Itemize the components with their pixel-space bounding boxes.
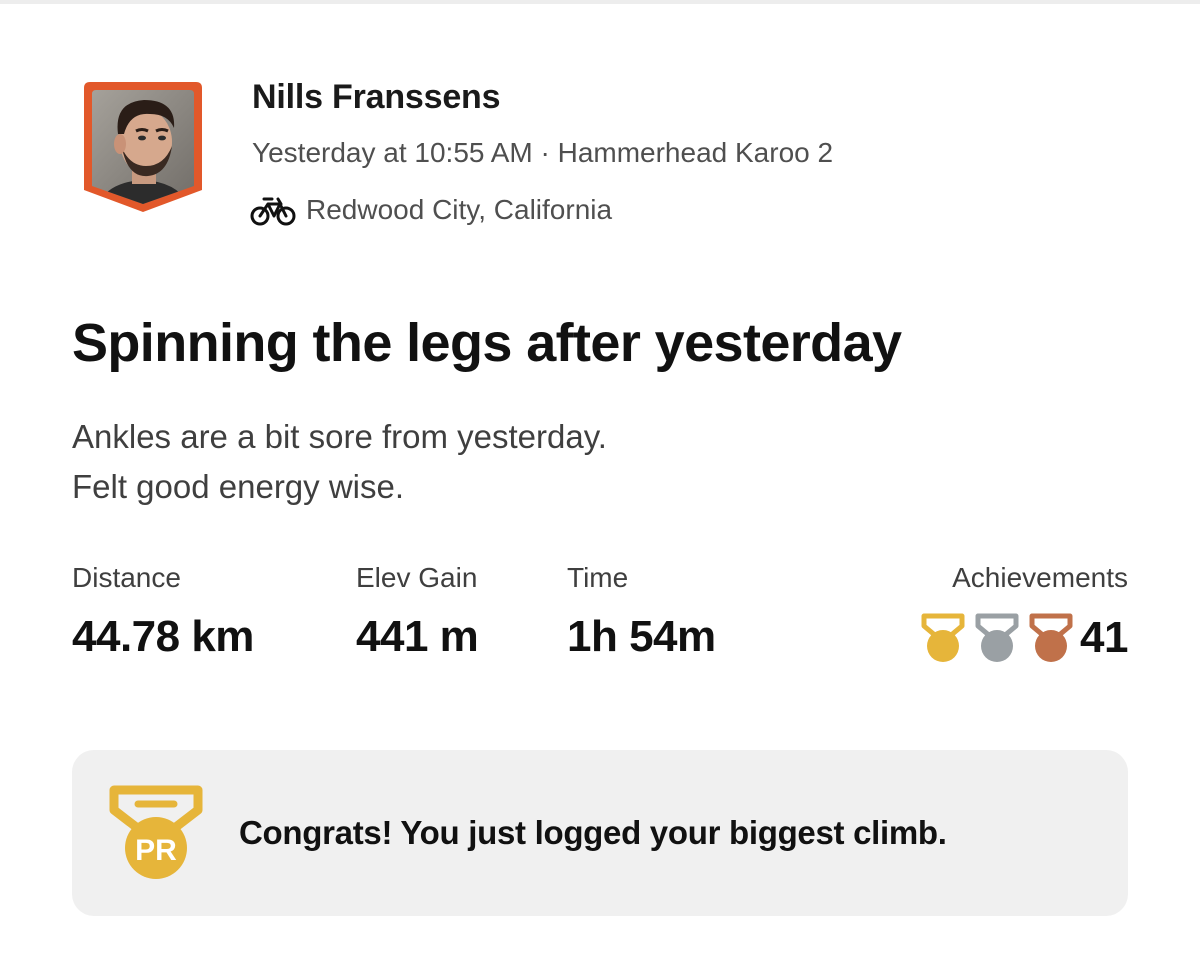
stat-value: 44.78 km [72, 612, 254, 661]
achievements-count: 41 [1080, 613, 1128, 662]
stat-distance: Distance 44.78 km [72, 562, 254, 662]
pr-message: Congrats! You just logged your biggest c… [239, 814, 947, 851]
pr-badge-text: PR [135, 834, 177, 867]
activity-meta: Yesterday at 10:55 AM · Hammerhead Karoo… [252, 137, 834, 168]
achievements-row: 41 [920, 610, 1128, 666]
activity-description: Ankles are a bit sore from yesterday. Fe… [72, 412, 1072, 512]
gold-medal-icon [921, 613, 965, 662]
silver-medal-icon [975, 613, 1019, 662]
stat-time: Time 1h 54m [567, 562, 716, 662]
bronze-medal-icon [1029, 613, 1073, 662]
stat-achievements[interactable]: Achievements 41 [920, 562, 1128, 666]
avatar[interactable] [84, 82, 202, 212]
stat-label: Elev Gain [356, 562, 478, 593]
stat-value: 441 m [356, 612, 479, 661]
stat-value: 1h 54m [567, 612, 716, 661]
bike-icon [250, 197, 296, 226]
activity-title[interactable]: Spinning the legs after yesterday [72, 312, 902, 374]
stat-label: Time [567, 562, 629, 593]
stat-label: Distance [72, 562, 181, 593]
stat-elev-gain: Elev Gain 441 m [356, 562, 479, 662]
stat-label: Achievements [952, 562, 1128, 593]
description-line: Ankles are a bit sore from yesterday. [72, 418, 607, 455]
description-line: Felt good energy wise. [72, 468, 405, 505]
activity-location: Redwood City, California [250, 192, 612, 228]
location-text: Redwood City, California [306, 194, 613, 225]
pr-highlight-card[interactable]: PR Congrats! You just logged your bigges… [72, 750, 1128, 916]
pr-medal-icon: PR [109, 785, 203, 879]
athlete-name[interactable]: Nills Franssens [252, 78, 501, 117]
top-divider [0, 0, 1200, 4]
